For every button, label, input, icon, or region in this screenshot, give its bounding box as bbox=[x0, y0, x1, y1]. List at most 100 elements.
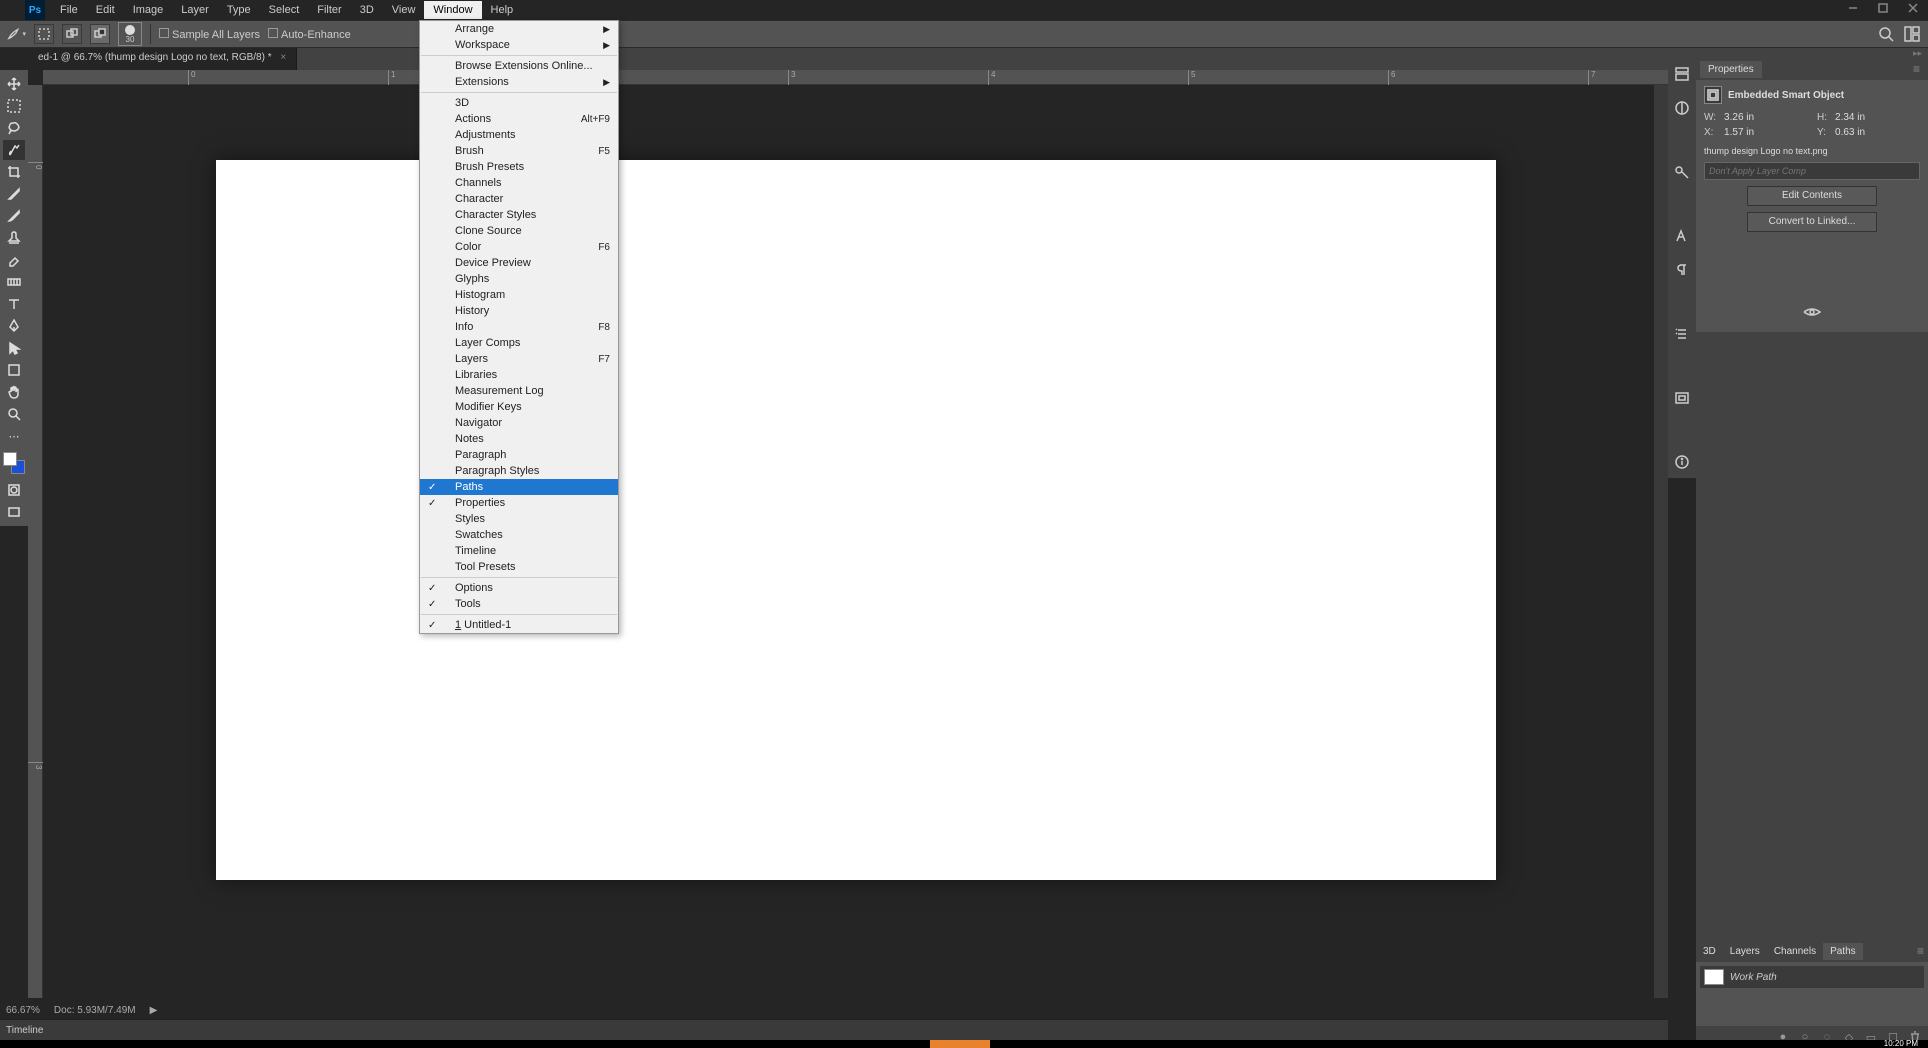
menu-edit[interactable]: Edit bbox=[87, 1, 124, 19]
properties-tab[interactable]: Properties bbox=[1700, 61, 1762, 78]
close-button[interactable] bbox=[1898, 0, 1928, 15]
height-value[interactable]: 2.34 in bbox=[1835, 112, 1920, 123]
menuitem-brush[interactable]: BrushF5 bbox=[420, 143, 618, 159]
preview-icon[interactable] bbox=[1802, 304, 1822, 320]
subtract-selection-icon[interactable] bbox=[90, 24, 110, 44]
pen-tool-icon[interactable] bbox=[3, 316, 25, 336]
menuitem-character-styles[interactable]: Character Styles bbox=[420, 207, 618, 223]
menuitem-swatches[interactable]: Swatches bbox=[420, 527, 618, 543]
x-value[interactable]: 1.57 in bbox=[1724, 127, 1809, 138]
menu-type[interactable]: Type bbox=[218, 1, 260, 19]
menuitem-libraries[interactable]: Libraries bbox=[420, 367, 618, 383]
menu-image[interactable]: Image bbox=[124, 1, 173, 19]
tab-layers[interactable]: Layers bbox=[1723, 943, 1767, 960]
vertical-ruler[interactable]: 03 bbox=[28, 85, 43, 998]
menuitem-workspace[interactable]: Workspace▶ bbox=[420, 37, 618, 53]
eraser-tool-icon[interactable] bbox=[3, 250, 25, 270]
menuitem-history[interactable]: History bbox=[420, 303, 618, 319]
tab-channels[interactable]: Channels bbox=[1767, 943, 1823, 960]
menuitem-arrange[interactable]: Arrange▶ bbox=[420, 21, 618, 37]
menu-window[interactable]: Window bbox=[424, 1, 481, 19]
new-selection-icon[interactable] bbox=[34, 24, 54, 44]
brush-preset-picker[interactable]: 30 bbox=[118, 22, 142, 46]
menuitem-paths[interactable]: ✓Paths bbox=[420, 479, 618, 495]
menuitem-options[interactable]: ✓Options bbox=[420, 580, 618, 596]
menuitem-notes[interactable]: Notes bbox=[420, 431, 618, 447]
panel-menu-icon[interactable]: ≡ bbox=[1913, 944, 1928, 958]
color-swatches[interactable] bbox=[3, 452, 25, 474]
panel-menu-icon[interactable]: ≡ bbox=[1909, 62, 1924, 76]
more-tools-icon[interactable]: ⋯ bbox=[3, 426, 25, 446]
menuitem-navigator[interactable]: Navigator bbox=[420, 415, 618, 431]
menuitem-histogram[interactable]: Histogram bbox=[420, 287, 618, 303]
menuitem-actions[interactable]: ActionsAlt+F9 bbox=[420, 111, 618, 127]
menu-help[interactable]: Help bbox=[482, 1, 523, 19]
adjustments-panel-icon[interactable] bbox=[1672, 98, 1692, 118]
menuitem-paragraph-styles[interactable]: Paragraph Styles bbox=[420, 463, 618, 479]
menuitem-paragraph[interactable]: Paragraph bbox=[420, 447, 618, 463]
menu-file[interactable]: File bbox=[51, 1, 87, 19]
edit-contents-button[interactable]: Edit Contents bbox=[1747, 186, 1877, 206]
maximize-button[interactable] bbox=[1868, 0, 1898, 15]
status-flyout-arrow[interactable]: ▶ bbox=[150, 1005, 158, 1016]
panel-arrange-icon[interactable] bbox=[1902, 24, 1922, 44]
menu-3d[interactable]: 3D bbox=[351, 1, 383, 19]
move-tool-icon[interactable] bbox=[3, 74, 25, 94]
info-panel-icon[interactable] bbox=[1672, 452, 1692, 472]
brush-tool-icon[interactable] bbox=[3, 206, 25, 226]
menuitem-layers[interactable]: LayersF7 bbox=[420, 351, 618, 367]
width-value[interactable]: 3.26 in bbox=[1724, 112, 1809, 123]
canvas[interactable] bbox=[43, 85, 1668, 998]
path-select-tool-icon[interactable] bbox=[3, 338, 25, 358]
character-panel-icon[interactable] bbox=[1672, 226, 1692, 246]
current-tool-icon[interactable]: ▾ bbox=[6, 24, 26, 44]
stamp-tool-icon[interactable] bbox=[3, 228, 25, 248]
type-tool-icon[interactable] bbox=[3, 294, 25, 314]
convert-linked-button[interactable]: Convert to Linked... bbox=[1747, 212, 1877, 232]
document[interactable] bbox=[216, 160, 1496, 880]
add-selection-icon[interactable] bbox=[62, 24, 82, 44]
menuitem-tools[interactable]: ✓Tools bbox=[420, 596, 618, 612]
zoom-level[interactable]: 66.67% bbox=[6, 1005, 40, 1016]
quick-mask-icon[interactable] bbox=[3, 480, 25, 500]
menuitem-timeline[interactable]: Timeline bbox=[420, 543, 618, 559]
brush-presets-panel-icon[interactable] bbox=[1672, 324, 1692, 344]
navigator-panel-icon[interactable] bbox=[1672, 388, 1692, 408]
menuitem-properties[interactable]: ✓Properties bbox=[420, 495, 618, 511]
tab-3d[interactable]: 3D bbox=[1696, 943, 1723, 960]
menuitem-glyphs[interactable]: Glyphs bbox=[420, 271, 618, 287]
menu-view[interactable]: View bbox=[383, 1, 425, 19]
timeline-panel[interactable]: Timeline bbox=[0, 1019, 1668, 1040]
foreground-color[interactable] bbox=[3, 452, 17, 466]
eyedropper-tool-icon[interactable] bbox=[3, 184, 25, 204]
minimize-button[interactable] bbox=[1838, 0, 1868, 15]
y-value[interactable]: 0.63 in bbox=[1835, 127, 1920, 138]
tab-paths[interactable]: Paths bbox=[1823, 943, 1863, 960]
menuitem-device-preview[interactable]: Device Preview bbox=[420, 255, 618, 271]
menuitem-character[interactable]: Character bbox=[420, 191, 618, 207]
doc-size[interactable]: Doc: 5.93M/7.49M bbox=[54, 1005, 136, 1016]
menuitem-modifier-keys[interactable]: Modifier Keys bbox=[420, 399, 618, 415]
menu-layer[interactable]: Layer bbox=[172, 1, 218, 19]
menuitem-channels[interactable]: Channels bbox=[420, 175, 618, 191]
libraries-panel-icon[interactable] bbox=[1672, 162, 1692, 182]
path-item[interactable]: Work Path bbox=[1700, 966, 1924, 988]
gradient-tool-icon[interactable] bbox=[3, 272, 25, 292]
layer-comp-select[interactable] bbox=[1704, 162, 1920, 180]
menu-filter[interactable]: Filter bbox=[308, 1, 350, 19]
auto-enhance-checkbox[interactable]: Auto-Enhance bbox=[268, 28, 351, 41]
menuitem-3d[interactable]: 3D bbox=[420, 95, 618, 111]
menuitem-1-untitled-1[interactable]: ✓1 Untitled-1 bbox=[420, 617, 618, 633]
search-icon[interactable] bbox=[1876, 24, 1896, 44]
menuitem-extensions[interactable]: Extensions▶ bbox=[420, 74, 618, 90]
horizontal-ruler[interactable]: 01234567 bbox=[43, 70, 1668, 85]
menuitem-tool-presets[interactable]: Tool Presets bbox=[420, 559, 618, 575]
crop-tool-icon[interactable] bbox=[3, 162, 25, 182]
screen-mode-icon[interactable] bbox=[3, 502, 25, 522]
zoom-tool-icon[interactable] bbox=[3, 404, 25, 424]
menuitem-adjustments[interactable]: Adjustments bbox=[420, 127, 618, 143]
sample-all-layers-checkbox[interactable]: Sample All Layers bbox=[159, 28, 260, 41]
history-panel-icon[interactable] bbox=[1672, 64, 1692, 84]
menu-select[interactable]: Select bbox=[260, 1, 309, 19]
close-icon[interactable]: × bbox=[280, 52, 286, 63]
